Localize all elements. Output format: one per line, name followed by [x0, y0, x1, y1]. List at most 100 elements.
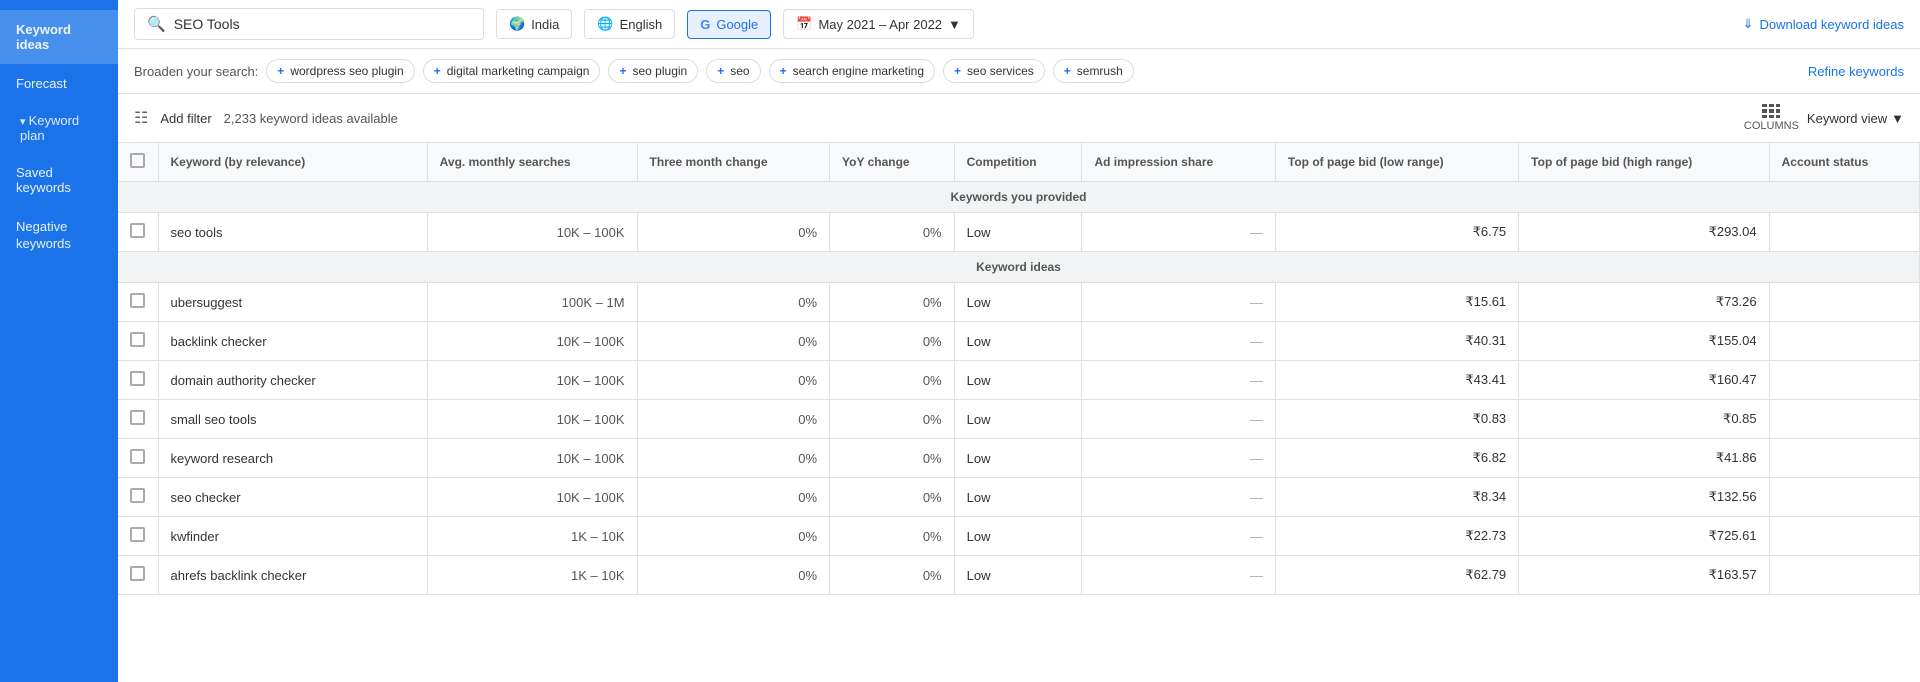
bid-high-cell: ₹0.85	[1519, 400, 1769, 439]
th-checkbox	[118, 143, 158, 182]
plus-icon: +	[1064, 64, 1071, 78]
competition-cell: Low	[954, 556, 1082, 595]
sidebar-item-forecast[interactable]: Forecast	[0, 64, 118, 103]
broaden-chip-4[interactable]: + search engine marketing	[769, 59, 935, 83]
keyword-cell: ubersuggest	[158, 283, 427, 322]
search-engine-button[interactable]: G Google	[687, 10, 771, 39]
account-status-cell	[1769, 283, 1919, 322]
language-button[interactable]: 🌐 English	[584, 9, 675, 39]
search-input[interactable]	[174, 16, 471, 32]
filter-bar: ☷ Add filter 2,233 keyword ideas availab…	[118, 94, 1920, 143]
section-label-provided: Keywords you provided	[118, 182, 1920, 213]
bid-low-cell: ₹22.73	[1275, 517, 1518, 556]
th-keyword[interactable]: Keyword (by relevance)	[158, 143, 427, 182]
three-month-cell: 0%	[637, 517, 829, 556]
yoy-cell: 0%	[830, 439, 955, 478]
broaden-chip-1[interactable]: + digital marketing campaign	[423, 59, 601, 83]
chevron-down-icon: ▼	[1891, 111, 1904, 126]
broaden-chip-3[interactable]: + seo	[706, 59, 760, 83]
table-row: kwfinder 1K – 10K 0% 0% Low — ₹22.73 ₹72…	[118, 517, 1920, 556]
location-button[interactable]: 🌍 India	[496, 9, 572, 39]
row-checkbox[interactable]	[118, 213, 158, 252]
section-label-ideas: Keyword ideas	[118, 252, 1920, 283]
columns-icon	[1762, 104, 1780, 118]
sidebar-item-keyword-plan[interactable]: Keyword plan	[0, 103, 118, 153]
filter-icon[interactable]: ☷	[134, 108, 148, 128]
th-competition[interactable]: Competition	[954, 143, 1082, 182]
broaden-chip-0[interactable]: + wordpress seo plugin	[266, 59, 414, 83]
account-status-cell	[1769, 556, 1919, 595]
bid-high-cell: ₹41.86	[1519, 439, 1769, 478]
ad-impression-cell: —	[1082, 556, 1275, 595]
account-status-cell	[1769, 361, 1919, 400]
competition-cell: Low	[954, 361, 1082, 400]
th-bid-high[interactable]: Top of page bid (high range)	[1519, 143, 1769, 182]
row-checkbox[interactable]	[118, 283, 158, 322]
three-month-cell: 0%	[637, 478, 829, 517]
search-box: 🔍	[134, 8, 484, 40]
bid-high-cell: ₹725.61	[1519, 517, 1769, 556]
ad-impression-cell: —	[1082, 478, 1275, 517]
th-bid-low[interactable]: Top of page bid (low range)	[1275, 143, 1518, 182]
broaden-chip-6[interactable]: + semrush	[1053, 59, 1134, 83]
ad-impression-cell: —	[1082, 400, 1275, 439]
avg-monthly-cell: 100K – 1M	[427, 283, 637, 322]
keyword-view-button[interactable]: Keyword view ▼	[1807, 111, 1904, 126]
competition-cell: Low	[954, 400, 1082, 439]
location-icon: 🌍	[509, 16, 525, 32]
broaden-bar: Broaden your search: + wordpress seo plu…	[118, 49, 1920, 94]
keyword-cell: backlink checker	[158, 322, 427, 361]
keyword-cell: ahrefs backlink checker	[158, 556, 427, 595]
keyword-count: 2,233 keyword ideas available	[224, 111, 398, 126]
row-checkbox[interactable]	[118, 322, 158, 361]
th-yoy[interactable]: YoY change	[830, 143, 955, 182]
th-ad-impression[interactable]: Ad impression share	[1082, 143, 1275, 182]
row-checkbox[interactable]	[118, 439, 158, 478]
row-checkbox[interactable]	[118, 361, 158, 400]
plus-icon: +	[277, 64, 284, 78]
broaden-chip-5[interactable]: + seo services	[943, 59, 1045, 83]
avg-monthly-cell: 1K – 10K	[427, 517, 637, 556]
bid-high-cell: ₹163.57	[1519, 556, 1769, 595]
avg-monthly-cell: 10K – 100K	[427, 213, 637, 252]
sidebar-item-keyword-ideas[interactable]: Keyword ideas	[0, 10, 118, 64]
add-filter-button[interactable]: Add filter	[160, 111, 211, 126]
bid-high-cell: ₹160.47	[1519, 361, 1769, 400]
three-month-cell: 0%	[637, 322, 829, 361]
th-account-status[interactable]: Account status	[1769, 143, 1919, 182]
broaden-chip-2[interactable]: + seo plugin	[608, 59, 698, 83]
date-range-button[interactable]: 📅 May 2021 – Apr 2022 ▼	[783, 9, 974, 39]
yoy-cell: 0%	[830, 556, 955, 595]
row-checkbox[interactable]	[118, 517, 158, 556]
yoy-cell: 0%	[830, 400, 955, 439]
keyword-cell: kwfinder	[158, 517, 427, 556]
refine-keywords-button[interactable]: Refine keywords	[1808, 64, 1904, 79]
yoy-cell: 0%	[830, 478, 955, 517]
table-row: keyword research 10K – 100K 0% 0% Low — …	[118, 439, 1920, 478]
three-month-cell: 0%	[637, 361, 829, 400]
table-row: backlink checker 10K – 100K 0% 0% Low — …	[118, 322, 1920, 361]
bid-high-cell: ₹293.04	[1519, 213, 1769, 252]
three-month-cell: 0%	[637, 213, 829, 252]
keyword-cell: seo checker	[158, 478, 427, 517]
account-status-cell	[1769, 213, 1919, 252]
account-status-cell	[1769, 517, 1919, 556]
row-checkbox[interactable]	[118, 478, 158, 517]
ad-impression-cell: —	[1082, 283, 1275, 322]
th-three-month[interactable]: Three month change	[637, 143, 829, 182]
competition-cell: Low	[954, 439, 1082, 478]
bid-low-cell: ₹6.75	[1275, 213, 1518, 252]
bid-low-cell: ₹15.61	[1275, 283, 1518, 322]
select-all-checkbox[interactable]	[130, 153, 145, 168]
plus-icon: +	[954, 64, 961, 78]
sidebar-item-saved-keywords[interactable]: Saved keywords	[0, 153, 118, 207]
row-checkbox[interactable]	[118, 556, 158, 595]
sidebar-item-negative-keywords[interactable]: Negative keywords	[0, 207, 118, 265]
keyword-cell: seo tools	[158, 213, 427, 252]
plus-icon: +	[434, 64, 441, 78]
row-checkbox[interactable]	[118, 400, 158, 439]
th-avg-monthly[interactable]: Avg. monthly searches	[427, 143, 637, 182]
download-button[interactable]: ⇓ Download keyword ideas	[1743, 16, 1904, 32]
columns-button[interactable]: COLUMNS	[1744, 104, 1799, 132]
avg-monthly-cell: 10K – 100K	[427, 361, 637, 400]
